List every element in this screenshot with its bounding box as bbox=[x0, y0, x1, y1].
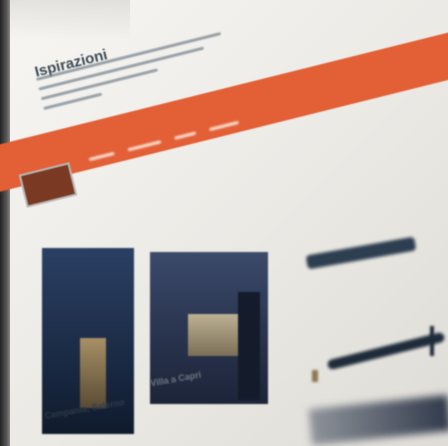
section-link[interactable] bbox=[326, 331, 446, 371]
card-image-highlight bbox=[80, 338, 106, 408]
bullet-marker bbox=[312, 370, 318, 382]
monitor-bezel bbox=[0, 0, 10, 446]
bottom-content-blur bbox=[308, 394, 448, 446]
section-heading-bar bbox=[305, 236, 417, 270]
card-image-pillar bbox=[238, 292, 260, 400]
browser-viewport: Ispirazioni Campania, Salerno Villa a Ca… bbox=[0, 0, 448, 446]
shadow-overlay bbox=[10, 0, 130, 40]
